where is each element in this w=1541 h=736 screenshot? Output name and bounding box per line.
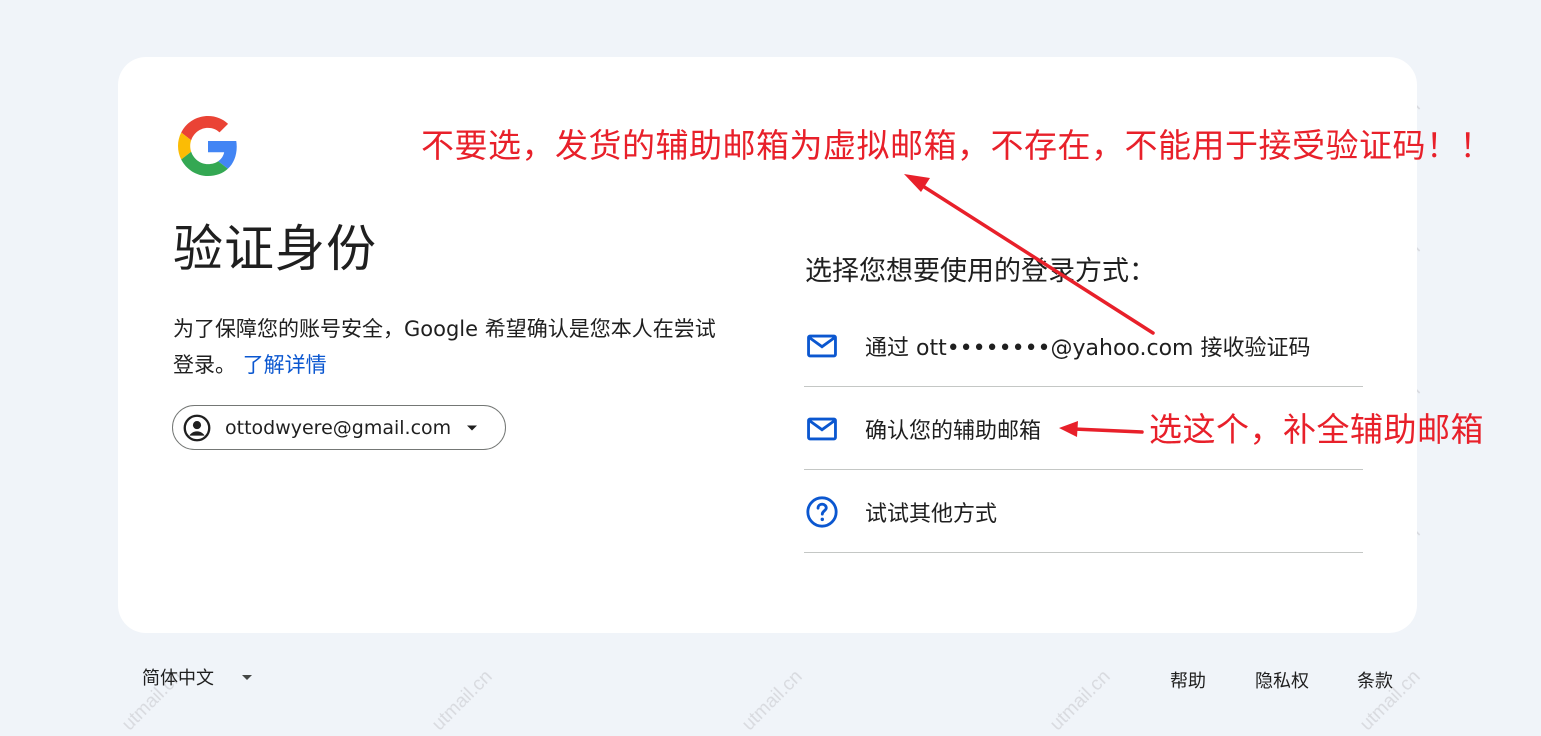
option-try-another-way[interactable]: 试试其他方式 [804, 471, 1363, 553]
help-circle-icon [806, 495, 838, 528]
help-link[interactable]: 帮助 [1170, 667, 1206, 693]
language-selector[interactable]: 简体中文 [142, 664, 254, 690]
account-circle-icon [183, 414, 211, 441]
option-yahoo-code[interactable]: 通过 ott••••••••@yahoo.com 接收验证码 [804, 305, 1363, 387]
mail-icon [807, 334, 837, 357]
privacy-link[interactable]: 隐私权 [1255, 667, 1309, 693]
watermark-text: utmail.cn [428, 666, 497, 735]
language-label: 简体中文 [142, 668, 214, 689]
mail-icon [807, 417, 837, 440]
account-chip[interactable]: ottodwyere@gmail.com [172, 405, 506, 450]
learn-more-link[interactable]: 了解详情 [243, 353, 327, 377]
page-description: 为了保障您的账号安全，Google 希望确认是您本人在尝试登录。 了解详情 [173, 311, 733, 383]
chevron-down-icon [242, 675, 252, 680]
option-label: 确认您的辅助邮箱 [865, 418, 1042, 444]
annotation-recommend: 选这个，补全辅助邮箱 [1149, 410, 1484, 449]
terms-link[interactable]: 条款 [1357, 667, 1393, 693]
page-title: 验证身份 [173, 220, 377, 278]
methods-label: 选择您想要使用的登录方式： [805, 256, 1156, 287]
watermark-text: utmail.cn [738, 666, 807, 735]
option-label: 通过 ott••••••••@yahoo.com 接收验证码 [865, 335, 1311, 361]
watermark-text: utmail.cn [1046, 666, 1115, 735]
account-email: ottodwyere@gmail.com [225, 416, 452, 439]
chevron-down-icon [467, 425, 478, 430]
option-label: 试试其他方式 [865, 501, 998, 527]
annotation-warning: 不要选，发货的辅助邮箱为虚拟邮箱，不存在，不能用于接受验证码！！ [421, 126, 1493, 165]
google-logo-icon [178, 116, 237, 176]
